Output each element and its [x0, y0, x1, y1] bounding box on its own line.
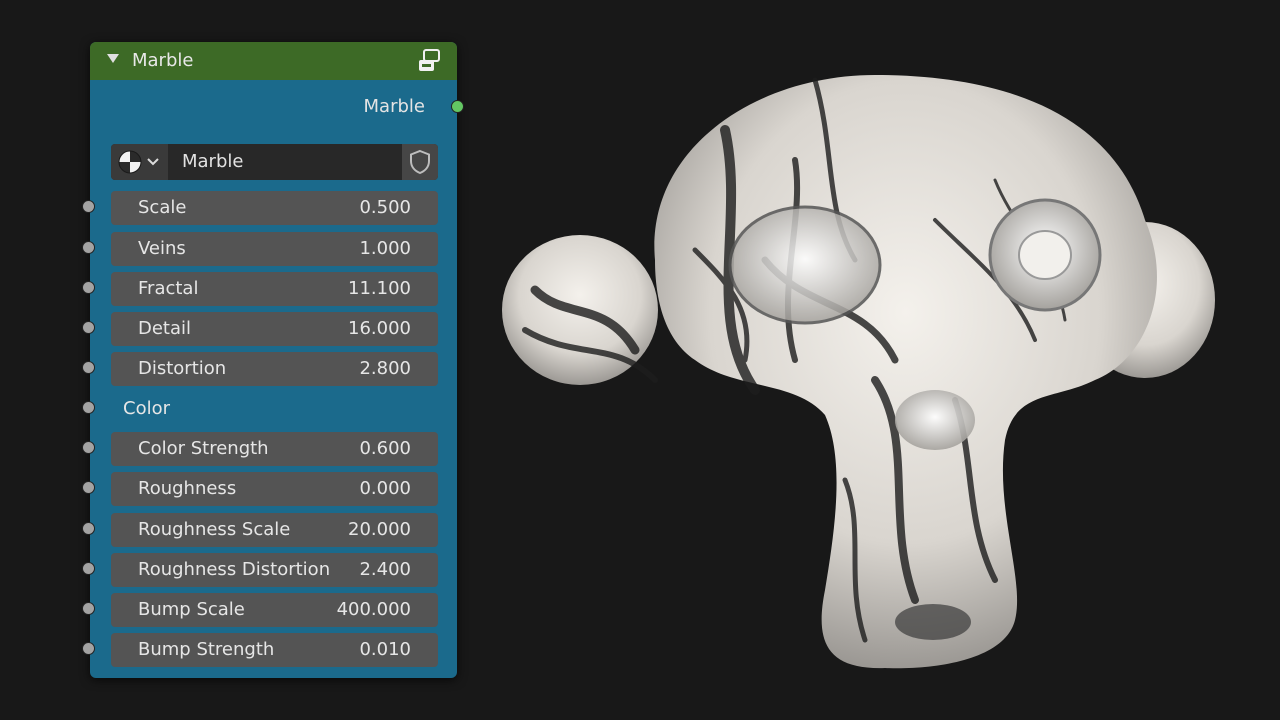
- scale-field[interactable]: Scale 0.500: [111, 191, 438, 225]
- input-socket[interactable]: [82, 321, 95, 334]
- distortion-field[interactable]: Distortion 2.800: [111, 352, 438, 386]
- collapse-arrow-icon[interactable]: [107, 54, 119, 63]
- node-group-icon[interactable]: [415, 47, 443, 75]
- input-socket[interactable]: [82, 481, 95, 494]
- field-label: Bump Scale: [138, 599, 245, 620]
- fractal-field[interactable]: Fractal 11.100: [111, 272, 438, 306]
- input-row: Bump Strength 0.010: [82, 633, 457, 667]
- input-socket[interactable]: [82, 401, 95, 414]
- field-value: 0.600: [359, 438, 411, 459]
- field-label: Bump Strength: [138, 639, 275, 660]
- field-value: 1.000: [359, 238, 411, 259]
- monkey-mouth: [895, 604, 971, 640]
- field-label: Roughness: [138, 478, 237, 499]
- field-label: Roughness Distortion: [138, 559, 331, 580]
- output-marble: Marble: [90, 94, 464, 120]
- field-value: 0.500: [359, 197, 411, 218]
- field-label: Roughness Scale: [138, 519, 291, 540]
- monkey-nose: [895, 390, 975, 450]
- input-row: Roughness Scale 20.000: [82, 513, 457, 547]
- input-socket[interactable]: [82, 441, 95, 454]
- bump-scale-field[interactable]: Bump Scale 400.000: [111, 593, 438, 627]
- fake-user-button[interactable]: [402, 144, 438, 180]
- input-socket[interactable]: [82, 200, 95, 213]
- field-label: Scale: [138, 197, 187, 218]
- material-sphere-icon: [118, 150, 159, 174]
- marble-node[interactable]: Marble Marble Marble Scale 0.500 Veins 1…: [82, 42, 464, 678]
- roughness-field[interactable]: Roughness 0.000: [111, 472, 438, 506]
- roughness-distortion-field[interactable]: Roughness Distortion 2.400: [111, 553, 438, 587]
- material-type-dropdown[interactable]: [111, 144, 168, 180]
- field-label: Veins: [138, 238, 186, 259]
- node-title: Marble: [132, 50, 194, 71]
- veins-field[interactable]: Veins 1.000: [111, 232, 438, 266]
- input-row: Fractal 11.100: [82, 272, 457, 306]
- input-socket[interactable]: [82, 642, 95, 655]
- material-selector[interactable]: Marble: [111, 144, 438, 180]
- input-row: Roughness Distortion 2.400: [82, 553, 457, 587]
- input-socket[interactable]: [82, 522, 95, 535]
- field-value: 20.000: [348, 519, 411, 540]
- field-value: 0.000: [359, 478, 411, 499]
- field-value: 0.010: [359, 639, 411, 660]
- input-socket[interactable]: [82, 562, 95, 575]
- output-socket[interactable]: [451, 100, 464, 113]
- field-value: 400.000: [336, 599, 411, 620]
- color-input-row: Color: [82, 392, 457, 426]
- field-value: 2.400: [359, 559, 411, 580]
- field-value: 16.000: [348, 318, 411, 339]
- roughness-scale-field[interactable]: Roughness Scale 20.000: [111, 513, 438, 547]
- detail-field[interactable]: Detail 16.000: [111, 312, 438, 346]
- input-row: Color Strength 0.600: [82, 432, 457, 466]
- input-socket[interactable]: [82, 241, 95, 254]
- color-label: Color: [123, 398, 170, 419]
- output-label: Marble: [363, 96, 425, 117]
- field-value: 11.100: [348, 278, 411, 299]
- field-label: Detail: [138, 318, 192, 339]
- shield-icon: [410, 149, 430, 175]
- field-label: Color Strength: [138, 438, 269, 459]
- input-row: Detail 16.000: [82, 312, 457, 346]
- input-row: Scale 0.500: [82, 191, 457, 225]
- material-name[interactable]: Marble: [182, 151, 243, 172]
- field-value: 2.800: [359, 358, 411, 379]
- input-row: Bump Scale 400.000: [82, 593, 457, 627]
- input-row: Distortion 2.800: [82, 352, 457, 386]
- marble-monkey-render: [502, 75, 1215, 669]
- bump-strength-field[interactable]: Bump Strength 0.010: [111, 633, 438, 667]
- input-socket[interactable]: [82, 602, 95, 615]
- field-label: Fractal: [138, 278, 199, 299]
- input-row: Roughness 0.000: [82, 472, 457, 506]
- color-strength-field[interactable]: Color Strength 0.600: [111, 432, 438, 466]
- input-socket[interactable]: [82, 281, 95, 294]
- field-label: Distortion: [138, 358, 227, 379]
- input-row: Veins 1.000: [82, 232, 457, 266]
- input-socket[interactable]: [82, 361, 95, 374]
- node-header[interactable]: Marble: [90, 42, 457, 80]
